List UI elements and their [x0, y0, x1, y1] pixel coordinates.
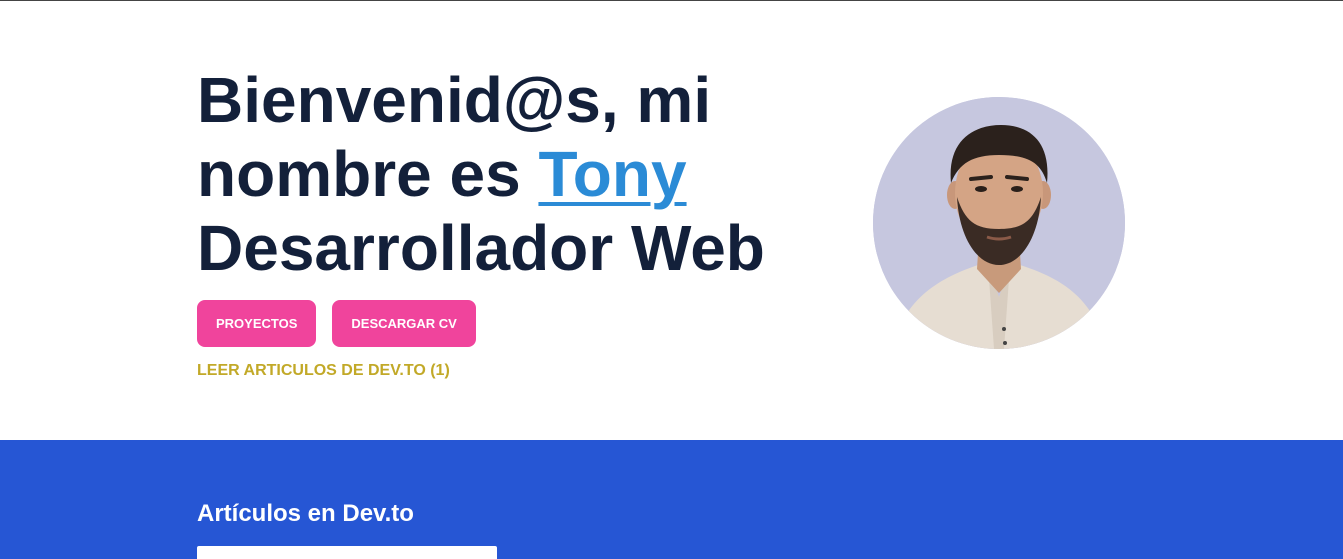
hero-headline: Bienvenid@s, mi nombre es Tony Desarroll… — [197, 63, 817, 285]
projects-button[interactable]: PROYECTOS — [197, 300, 317, 347]
download-cv-button[interactable]: DESCARGAR CV — [332, 300, 476, 347]
hero-buttons: PROYECTOS DESCARGAR CV — [197, 300, 476, 347]
name-link[interactable]: Tony — [538, 138, 686, 210]
headline-line-1: Bienvenid@s, mi — [197, 64, 712, 136]
profile-photo — [873, 97, 1125, 349]
article-card[interactable] — [197, 546, 497, 559]
read-articles-link[interactable]: LEER ARTICULOS DE DEV.TO (1) — [197, 362, 450, 380]
headline-line-2-prefix: nombre es — [197, 138, 539, 210]
articles-section-title: Artículos en Dev.to — [197, 500, 414, 527]
headline-line-3: Desarrollador Web — [197, 212, 765, 284]
hero-section: Bienvenid@s, mi nombre es Tony Desarroll… — [0, 1, 1343, 440]
articles-section: Artículos en Dev.to — [0, 440, 1343, 559]
profile-avatar — [873, 97, 1125, 349]
